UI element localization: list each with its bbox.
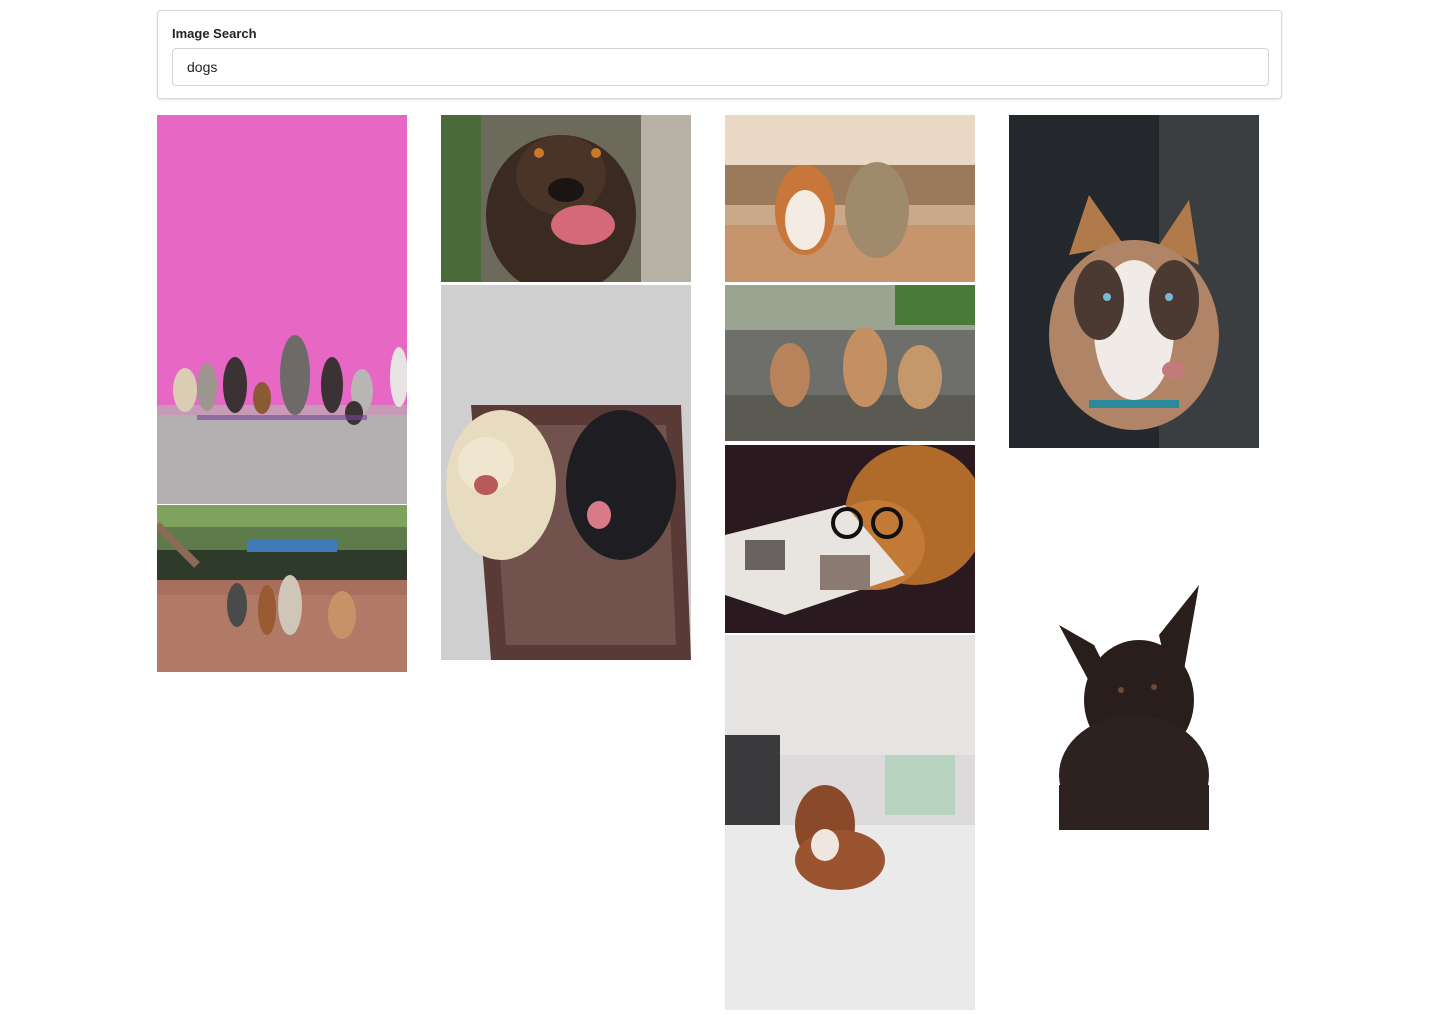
dog-with-glasses-image [725, 445, 975, 633]
black-dog-image [1009, 455, 1259, 830]
image-result[interactable] [725, 115, 975, 282]
image-result[interactable] [441, 115, 691, 282]
two-dogs-on-rug-image [441, 285, 691, 660]
image-result[interactable] [441, 285, 691, 660]
brown-dog-licking-image [441, 115, 691, 282]
image-result[interactable] [1009, 115, 1259, 448]
three-puppies-image [725, 285, 975, 441]
dogs-on-leash-image [157, 505, 407, 672]
image-result[interactable] [1009, 455, 1259, 830]
image-result[interactable] [725, 285, 975, 441]
image-result[interactable] [157, 115, 407, 504]
image-result[interactable] [725, 445, 975, 633]
search-label: Image Search [172, 26, 257, 41]
dogs-by-pink-wall-image [157, 115, 407, 504]
image-result[interactable] [157, 505, 407, 672]
husky-portrait-image [1009, 115, 1259, 448]
search-input[interactable] [172, 48, 1269, 86]
image-result[interactable] [725, 635, 975, 1010]
search-panel: Image Search [157, 10, 1282, 99]
corgi-and-terrier-image [725, 115, 975, 282]
puppy-on-bed-image [725, 635, 975, 1010]
